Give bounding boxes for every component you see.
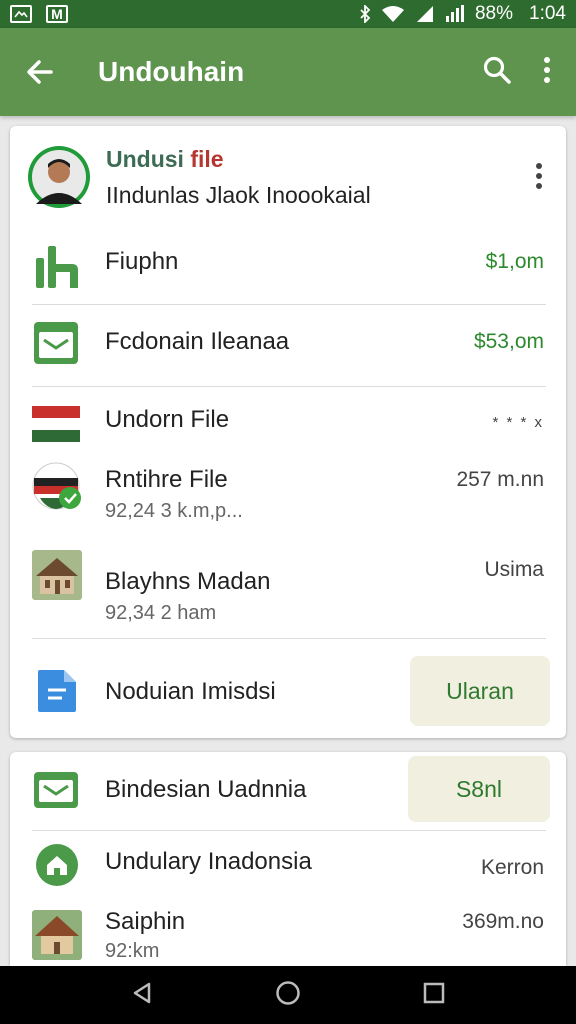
s8nl-button[interactable]: S8nl: [408, 756, 550, 822]
header-subtitle: IIndunlas Jlaok Inoookaial: [106, 182, 371, 208]
gmail-icon: M: [46, 5, 68, 23]
header-title-part2: file: [190, 146, 224, 172]
list-item[interactable]: Noduian Imisdsi Ularan: [10, 638, 566, 738]
app-bar: Undouhain: [0, 28, 576, 116]
files-card: Undusi file IIndunlas Jlaok Inoookaial F…: [10, 126, 566, 738]
item-subtitle: 92,34 2 ham: [105, 602, 217, 624]
home-circle-icon: [36, 844, 78, 891]
list-item[interactable]: Blayhns Madan 92,34 2 ham Usima: [10, 534, 566, 638]
item-title: Noduian Imisdsi: [105, 678, 276, 705]
item-value: Usima: [484, 558, 544, 581]
item-title: Undulary Inadonsia: [105, 848, 312, 875]
item-value: 257 m.nn: [456, 468, 544, 491]
item-title: Rntihre File: [105, 466, 228, 493]
square-recents-icon: [423, 982, 444, 1003]
card-header: Undusi file IIndunlas Jlaok Inoookaial: [10, 140, 566, 230]
item-title: Bindesian Uadnnia: [105, 776, 307, 803]
circle-home-icon: [276, 980, 300, 1005]
inbox-icon: [32, 770, 80, 815]
search-icon: [483, 56, 511, 84]
page-title: Undouhain: [98, 56, 245, 87]
list-item[interactable]: Fcdonain Ileanaa $53,om: [10, 304, 566, 386]
clock: 1:04: [529, 3, 566, 24]
document-chart-icon: [34, 244, 82, 295]
list-item[interactable]: Rntihre File 92,24 3 k.m,p... 257 m.nn: [10, 450, 566, 534]
list-item[interactable]: Undorn File * * * x: [10, 386, 566, 450]
inbox-icon: [32, 320, 80, 371]
battery-percent: 88%: [474, 3, 514, 24]
status-bar: M 88% 1:04: [0, 0, 576, 28]
notification-box-icon: [10, 5, 32, 23]
item-rating: * * * x: [492, 414, 544, 431]
item-title: Fcdonain Ileanaa: [105, 328, 290, 355]
more-vert-icon: [544, 56, 550, 83]
back-button[interactable]: [0, 57, 80, 87]
item-value: $1,om: [485, 250, 544, 273]
more-vert-icon: [536, 163, 542, 189]
flag-badge-icon: [32, 462, 84, 519]
item-title: Fiuphn: [105, 248, 179, 275]
ularan-button[interactable]: Ularan: [410, 656, 550, 726]
arrow-back-icon: [27, 60, 53, 84]
nav-home-button[interactable]: [275, 980, 301, 1011]
signal-icon: [415, 5, 435, 23]
overflow-menu-button[interactable]: [542, 55, 552, 90]
list-item[interactable]: Saiphin 92:km 369m.no: [10, 900, 566, 966]
item-value: Kerron: [480, 856, 544, 879]
files-card-secondary: Bindesian Uadnnia S8nl Undulary Inadonsi…: [10, 752, 566, 966]
item-title: Undorn File: [105, 406, 230, 433]
triangle-back-icon: [134, 982, 151, 1003]
list-item[interactable]: Bindesian Uadnnia S8nl: [10, 752, 566, 830]
signal-bars-icon: [445, 5, 465, 23]
header-title-part1: Undusi: [106, 146, 184, 172]
file-icon: [36, 668, 78, 719]
item-title: Blayhns Madan: [105, 568, 271, 595]
item-subtitle: 92:km: [105, 940, 160, 962]
temple-photo-icon: [32, 910, 82, 965]
search-button[interactable]: [482, 55, 512, 90]
avatar: [28, 146, 90, 213]
item-value: $53,om: [473, 330, 544, 353]
list-item[interactable]: Fiuphn $1,om: [10, 230, 566, 304]
bluetooth-icon: [359, 5, 371, 23]
header-more-button[interactable]: [534, 162, 544, 195]
item-title: Saiphin: [105, 908, 186, 935]
wifi-icon: [381, 5, 405, 23]
nav-recents-button[interactable]: [422, 981, 446, 1010]
system-nav-bar: [0, 966, 576, 1024]
house-photo-icon: [32, 550, 82, 605]
nav-back-button[interactable]: [130, 981, 154, 1010]
list-item[interactable]: Undulary Inadonsia Kerron: [10, 830, 566, 900]
item-subtitle: 92,24 3 k.m,p...: [105, 500, 243, 522]
item-value: 369m.no: [462, 910, 544, 933]
flag-icon: [32, 404, 80, 449]
